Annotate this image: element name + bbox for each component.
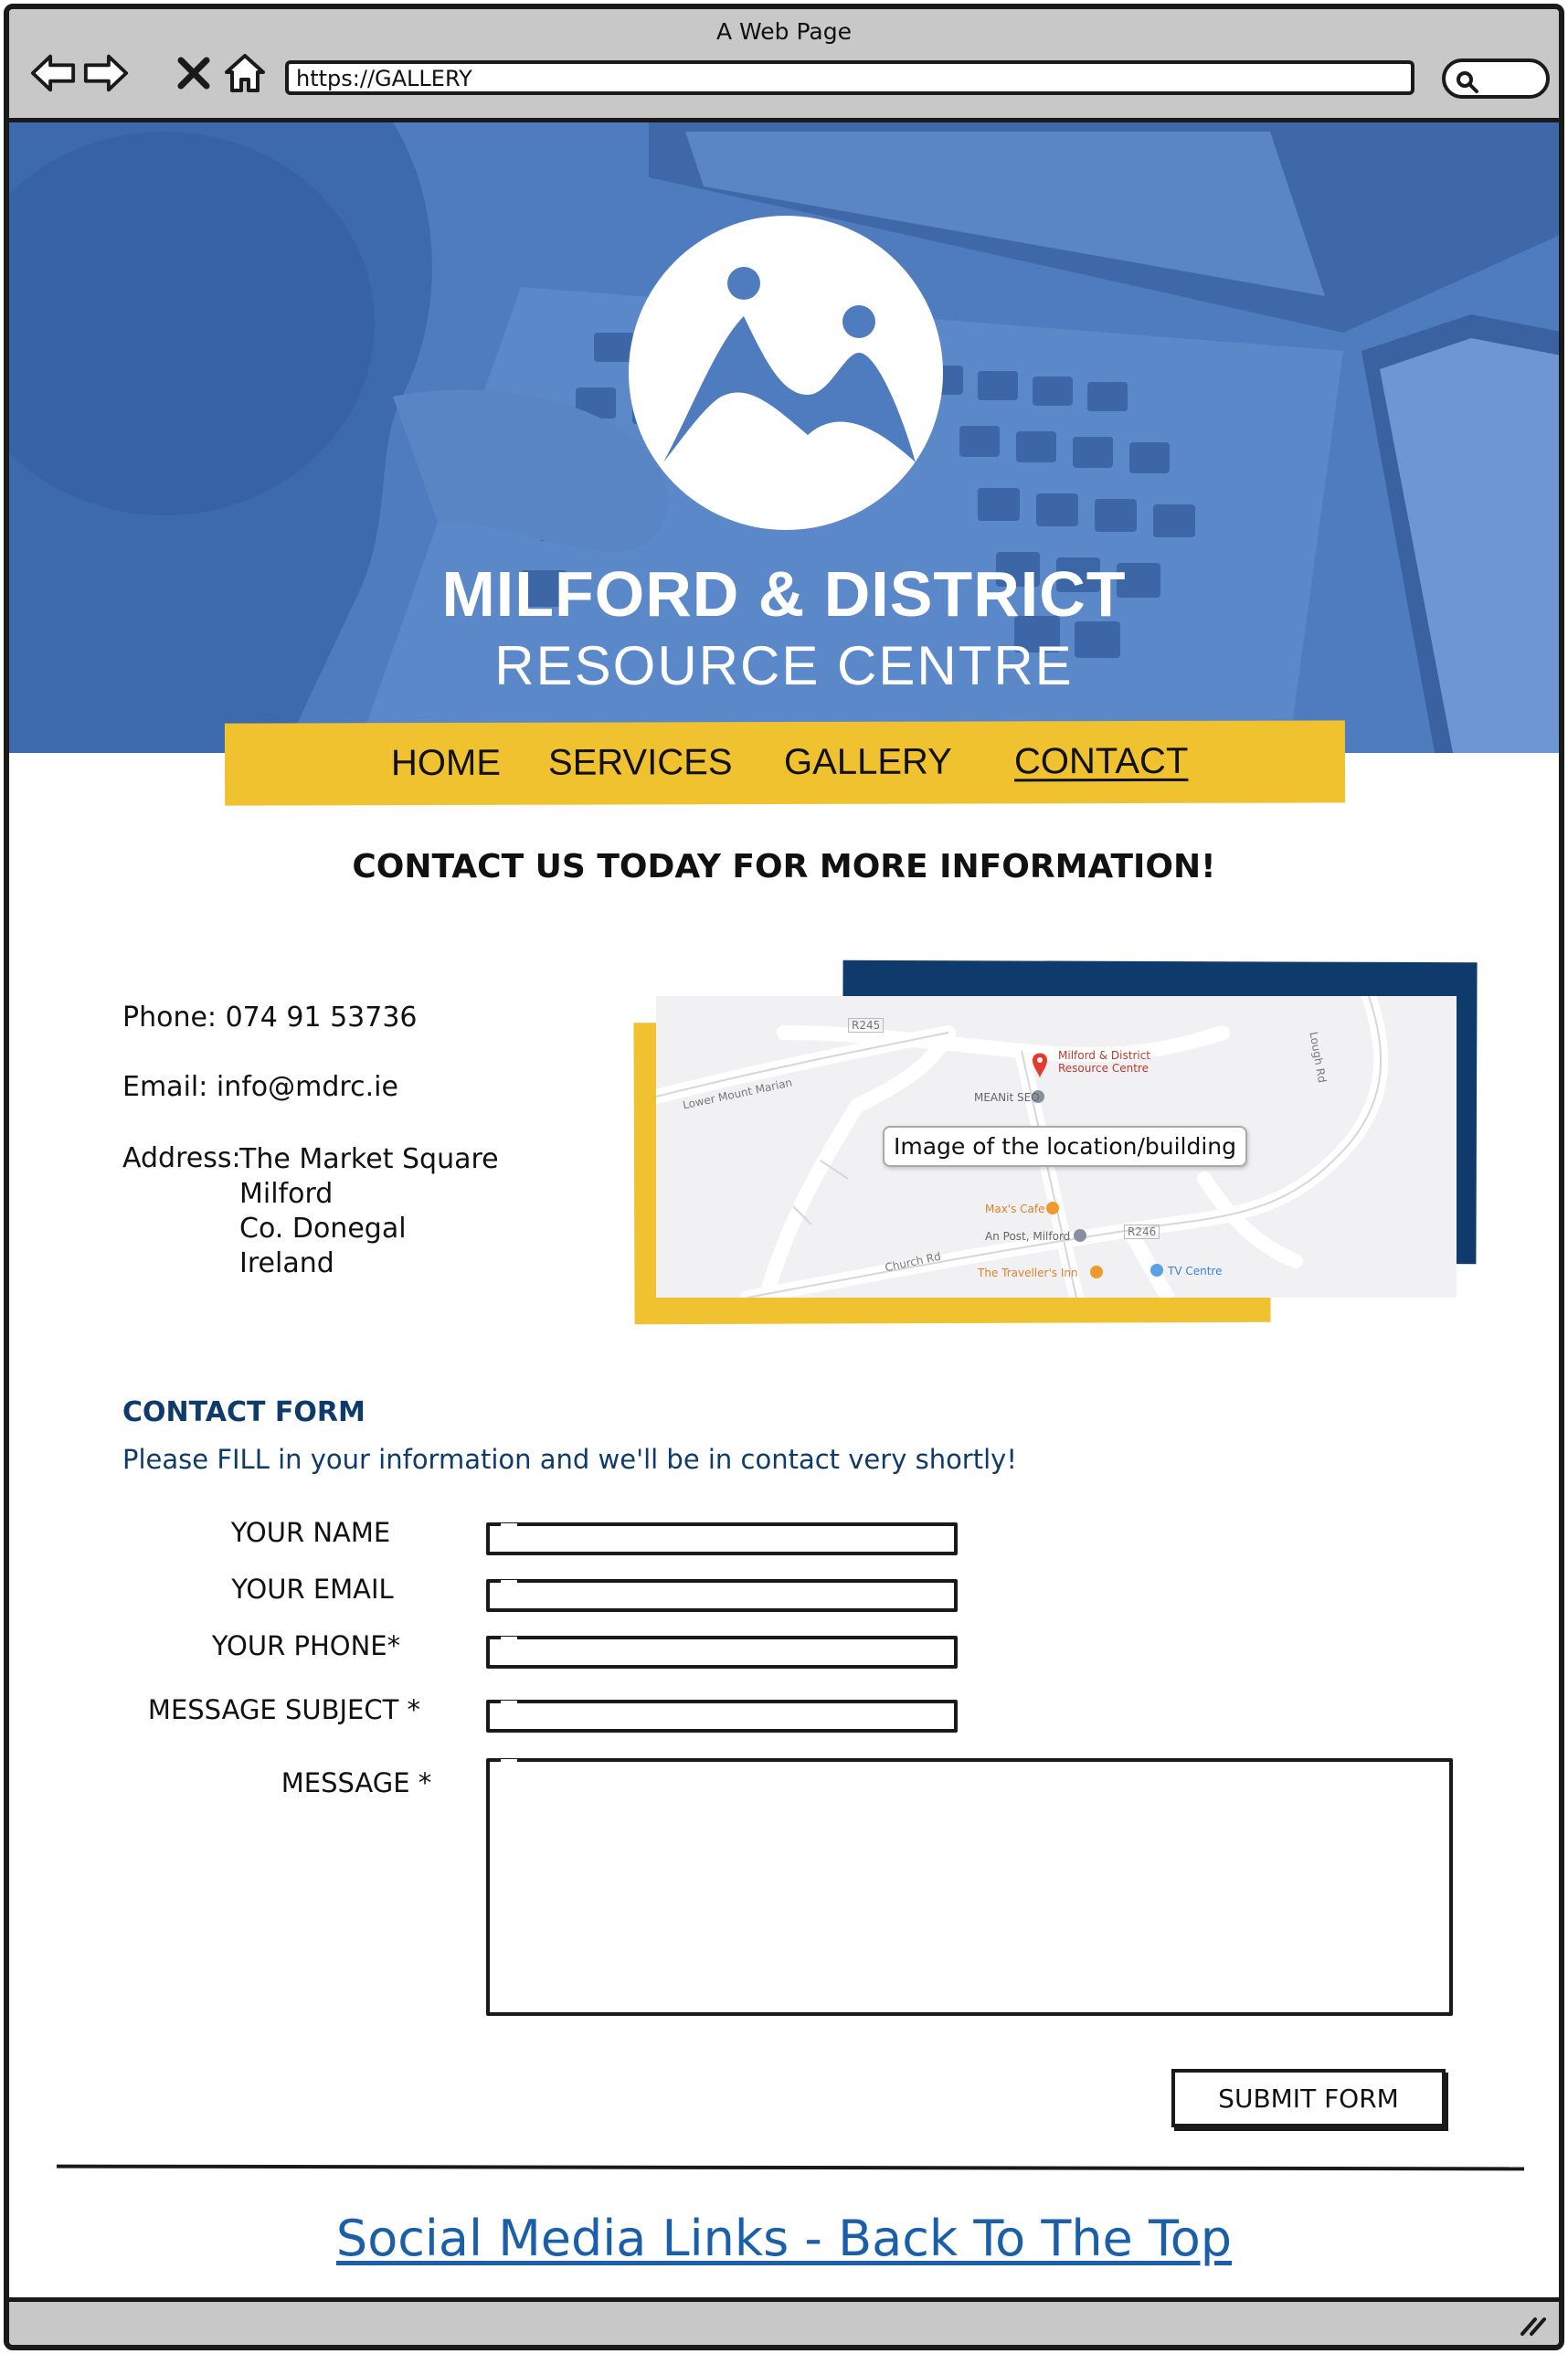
email-label: YOUR EMAIL bbox=[231, 1574, 394, 1605]
message-textarea[interactable] bbox=[486, 1758, 1453, 2016]
home-icon[interactable] bbox=[221, 49, 269, 97]
address-line: The Market Square bbox=[239, 1143, 499, 1175]
name-field[interactable] bbox=[486, 1522, 958, 1555]
map-poi: R246 bbox=[1124, 1225, 1160, 1239]
contact-phone: Phone: 074 91 53736 bbox=[122, 1002, 418, 1034]
map-poi: Resource Centre bbox=[1058, 1062, 1149, 1075]
address-bar[interactable]: https://GALLERY bbox=[285, 60, 1414, 95]
map-poi: R245 bbox=[848, 1018, 885, 1033]
search-icon bbox=[1457, 71, 1478, 93]
email-field[interactable] bbox=[486, 1579, 958, 1612]
contact-email: Email: info@mdrc.ie bbox=[122, 1071, 398, 1103]
close-icon[interactable] bbox=[170, 49, 217, 97]
browser-status-bar bbox=[9, 2297, 1559, 2345]
back-to-top-link[interactable]: Social Media Links - Back To The Top bbox=[9, 2210, 1559, 2267]
nav-item-gallery[interactable]: GALLERY bbox=[784, 742, 952, 783]
footer-divider bbox=[56, 2164, 1525, 2171]
map-poi: The Traveller's Inn bbox=[978, 1267, 1078, 1279]
window-title: A Web Page bbox=[715, 18, 853, 45]
page-headline: CONTACT US TODAY FOR MORE INFORMATION! bbox=[352, 848, 1216, 885]
browser-window: A Web Page https://GALLERY MILFORD & DIS… bbox=[4, 4, 1564, 2350]
resize-grip-icon[interactable] bbox=[1517, 2314, 1546, 2336]
message-label: MESSAGE * bbox=[281, 1767, 432, 1798]
brand-name-line1: MILFORD & DISTRICT bbox=[441, 558, 1127, 630]
brand-name-line2: RESOURCE CENTRE bbox=[494, 635, 1074, 696]
browser-search-button[interactable] bbox=[1442, 58, 1550, 99]
subject-field[interactable] bbox=[486, 1700, 958, 1733]
form-title: CONTACT FORM bbox=[122, 1396, 366, 1428]
phone-field[interactable] bbox=[486, 1636, 958, 1669]
forward-arrow-icon[interactable] bbox=[82, 49, 130, 97]
contact-address-label: Address: bbox=[122, 1142, 241, 1174]
nav-item-contact[interactable]: CONTACT bbox=[1014, 741, 1188, 782]
map-poi: MEANit SEO bbox=[974, 1091, 1040, 1104]
submit-form-button[interactable]: SUBMIT FORM bbox=[1171, 2069, 1446, 2127]
form-subtitle: Please FILL in your information and we'l… bbox=[122, 1444, 1017, 1475]
browser-toolbar: A Web Page https://GALLERY bbox=[9, 9, 1559, 122]
mdrc-logo bbox=[629, 216, 943, 530]
contact-address: The Market Square Milford Co. Donegal Ir… bbox=[239, 1142, 499, 1281]
address-line: Co. Donegal bbox=[239, 1213, 407, 1245]
subject-label: MESSAGE SUBJECT * bbox=[147, 1694, 421, 1725]
nav-item-home[interactable]: HOME bbox=[391, 743, 501, 784]
hero-banner: MILFORD & DISTRICT RESOURCE CENTRE bbox=[9, 122, 1559, 753]
name-label: YOUR NAME bbox=[230, 1517, 391, 1548]
main-navigation: HOME SERVICES GALLERY CONTACT bbox=[224, 720, 1346, 806]
map-caption: Image of the location/building bbox=[883, 1126, 1248, 1167]
map-poi: Milford & District bbox=[1058, 1049, 1151, 1062]
address-line: Ireland bbox=[239, 1247, 334, 1279]
map-poi: TV Centre bbox=[1168, 1265, 1223, 1278]
back-arrow-icon[interactable] bbox=[29, 49, 77, 97]
address-line: Milford bbox=[239, 1178, 334, 1210]
map-poi: Max's Cafe bbox=[985, 1203, 1045, 1215]
map-poi: An Post, Milford bbox=[985, 1230, 1071, 1243]
phone-label: YOUR PHONE* bbox=[211, 1630, 401, 1661]
nav-item-services[interactable]: SERVICES bbox=[548, 742, 733, 784]
